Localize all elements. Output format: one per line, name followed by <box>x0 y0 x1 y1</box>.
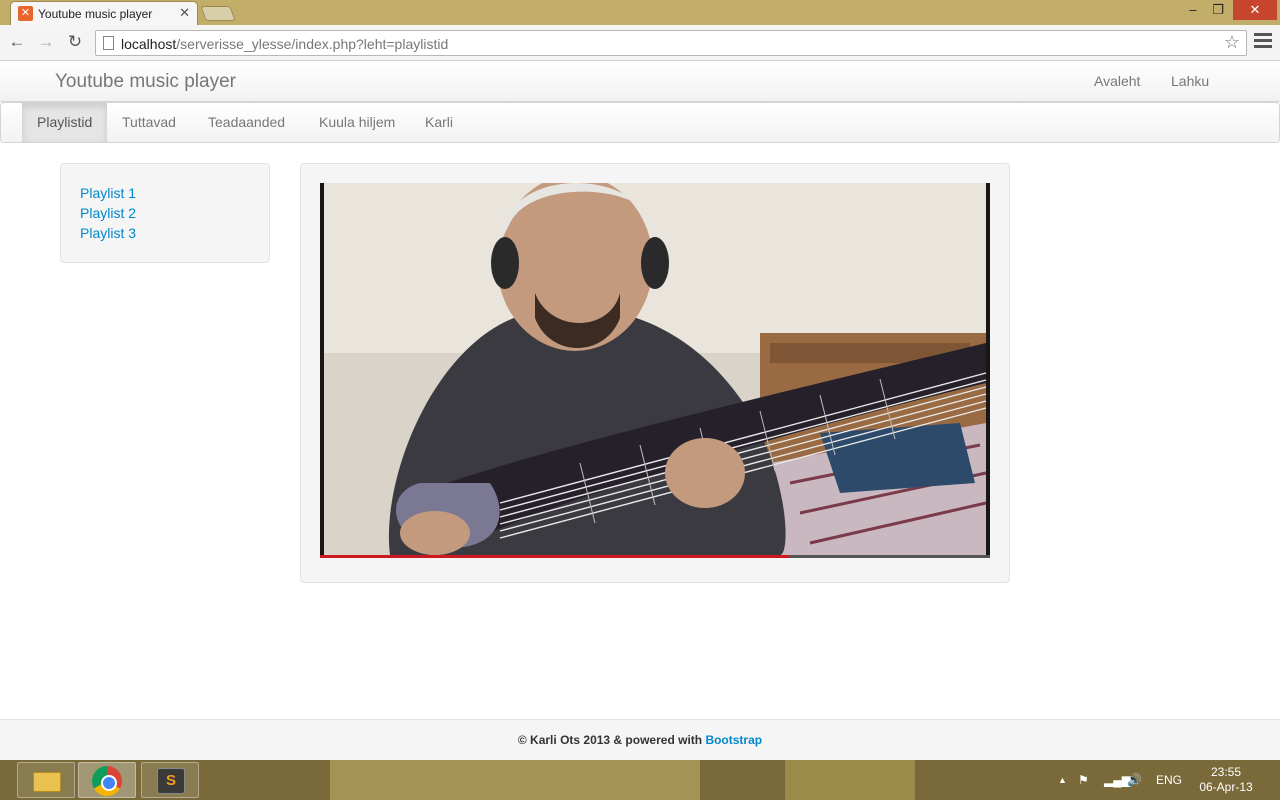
top-navbar: Youtube music player Avaleht Lahku <box>0 61 1280 102</box>
video-progress-fill <box>320 555 789 558</box>
brand[interactable]: Youtube music player <box>55 71 236 93</box>
playlist-link[interactable]: Playlist 1 <box>80 185 136 201</box>
tab-close-icon[interactable]: ✕ <box>179 5 190 21</box>
address-bar[interactable]: localhost/serverisse_ylesse/index.php?le… <box>95 30 1247 56</box>
tab-teadaanded[interactable]: Teadaanded <box>193 103 300 142</box>
nav-link-avaleht[interactable]: Avaleht <box>1094 73 1140 89</box>
nav-link-lahku[interactable]: Lahku <box>1171 73 1209 89</box>
forward-button[interactable]: → <box>35 31 57 53</box>
back-button[interactable]: ← <box>6 31 28 53</box>
taskbar-sublime-button[interactable]: S <box>141 762 199 798</box>
browser-toolbar: ← → ↻ localhost/serverisse_ylesse/index.… <box>0 25 1280 61</box>
taskbar-explorer-button[interactable] <box>17 762 75 798</box>
minimize-button[interactable]: – <box>1183 0 1203 20</box>
page-icon <box>103 36 114 50</box>
page-footer: © Karli Ots 2013 & powered with Bootstra… <box>0 719 1280 760</box>
tab-playlistid[interactable]: Playlistid <box>22 103 107 142</box>
browser-titlebar: ✕ Youtube music player ✕ – ❐ ✕ <box>0 0 1280 25</box>
bookmark-star-icon[interactable]: ☆ <box>1224 32 1240 53</box>
footer-text: © Karli Ots 2013 & powered with <box>517 733 706 747</box>
url-path: /serverisse_ylesse/index.php?leht=playli… <box>176 36 449 52</box>
file-explorer-icon <box>33 772 61 792</box>
youtube-video-player[interactable] <box>320 183 990 558</box>
tab-title: Youtube music player <box>38 7 153 21</box>
playlist-sidebar: Playlist 1 Playlist 2 Playlist 3 <box>60 163 270 263</box>
playlist-link[interactable]: Playlist 2 <box>80 205 136 221</box>
url-host: localhost <box>121 36 177 52</box>
volume-icon[interactable]: 🔊 <box>1127 760 1142 800</box>
bootstrap-link[interactable]: Bootstrap <box>705 733 762 747</box>
input-language[interactable]: ENG <box>1156 760 1182 800</box>
sublime-text-icon: S <box>157 768 185 794</box>
playlist-link[interactable]: Playlist 3 <box>80 225 136 241</box>
video-progress-track[interactable] <box>320 555 990 558</box>
url-text[interactable]: localhost/serverisse_ylesse/index.php?le… <box>121 36 448 52</box>
new-tab-button[interactable] <box>200 6 236 21</box>
taskbar-chrome-button[interactable] <box>78 762 136 798</box>
video-panel <box>300 163 1010 583</box>
tab-kuula-hiljem[interactable]: Kuula hiljem <box>304 103 410 142</box>
clock-date: 06-Apr-13 <box>1199 780 1253 794</box>
reload-button[interactable]: ↻ <box>64 31 86 53</box>
sub-navbar: Playlistid Tuttavad Teadaanded Kuula hil… <box>0 102 1280 143</box>
browser-menu-icon[interactable] <box>1254 33 1272 51</box>
windows-taskbar: S ▲ ⚑ ▂▄▆ 🔊 ENG 23:55 06-Apr-13 <box>0 760 1280 800</box>
chrome-icon <box>92 766 122 796</box>
xampp-favicon-icon: ✕ <box>18 6 33 21</box>
tab-karli[interactable]: Karli <box>410 103 468 142</box>
system-clock[interactable]: 23:55 06-Apr-13 <box>1196 765 1256 795</box>
action-center-flag-icon[interactable]: ⚑ <box>1078 760 1089 800</box>
browser-tab[interactable]: ✕ Youtube music player ✕ <box>10 1 198 25</box>
video-frame <box>320 183 990 558</box>
close-window-button[interactable]: ✕ <box>1233 0 1277 20</box>
show-hidden-icons-icon[interactable]: ▲ <box>1058 760 1067 800</box>
tab-tuttavad[interactable]: Tuttavad <box>107 103 191 142</box>
maximize-button[interactable]: ❐ <box>1208 0 1228 20</box>
clock-time: 23:55 <box>1210 765 1242 779</box>
